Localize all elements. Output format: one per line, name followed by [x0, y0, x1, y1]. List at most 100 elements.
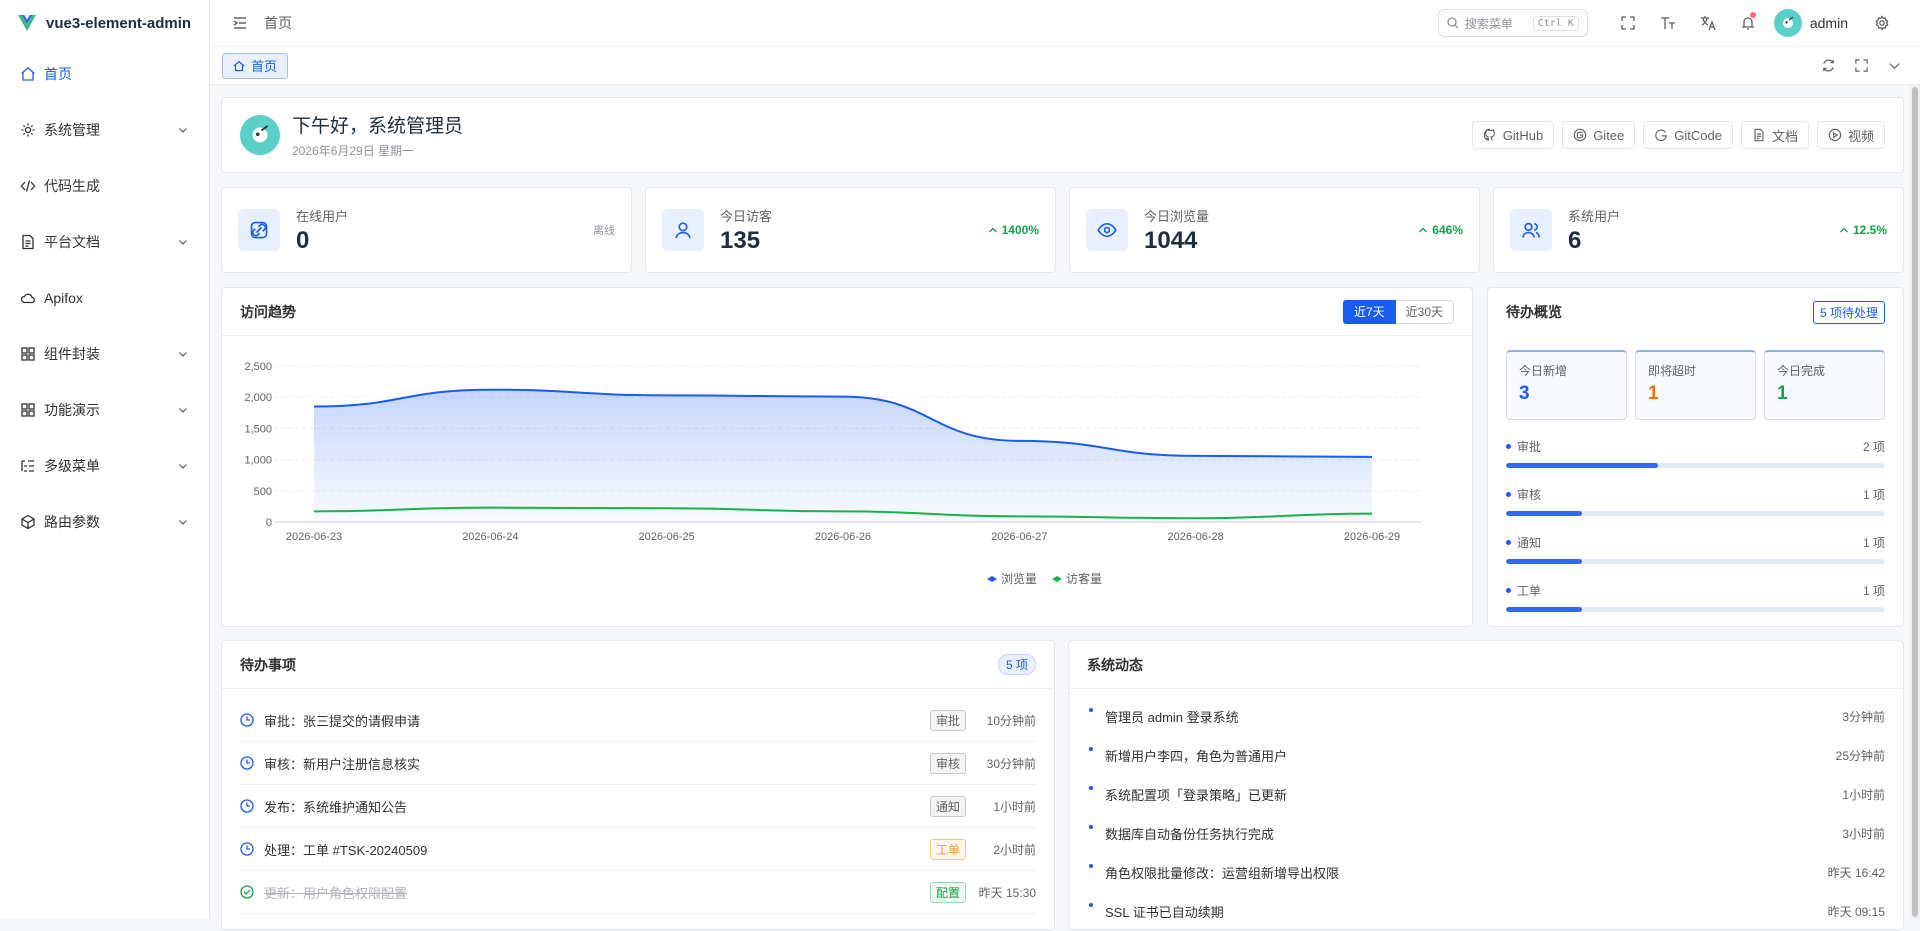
- scrollbar-thumb[interactable]: [1912, 87, 1918, 917]
- link-2[interactable]: GitCode: [1643, 121, 1733, 149]
- sidebar-item-2[interactable]: 代码生成: [0, 158, 209, 214]
- progress-fill: [1506, 463, 1658, 468]
- api-icon-wrap: [20, 290, 36, 306]
- menu-search-input[interactable]: 搜索菜单 Ctrl K: [1437, 9, 1588, 37]
- progress-row-3: 工单 1 项: [1488, 582, 1903, 612]
- eye-icon: [1097, 222, 1117, 238]
- system-activity-header: 系统动态: [1069, 641, 1903, 689]
- todo-list: 审批：张三提交的请假申请 审批 10分钟前 审核：新用户注册信息核实 审核 30分钟前 发布…: [222, 699, 1054, 914]
- current-date: 2026年6月29日 星期一: [292, 144, 415, 158]
- visit-trend-chart: 0 500 1,000 1,500 2,000 2,500 2026-06-23 2026-0…: [244, 361, 1422, 586]
- refresh-icon[interactable]: [1821, 58, 1836, 73]
- overview-box-0[interactable]: 今日新增 3: [1506, 350, 1627, 420]
- range-30-days-button[interactable]: 近30天: [1395, 299, 1454, 324]
- activity-item: 新增用户李四，角色为普通用户 25分钟前: [1087, 736, 1885, 775]
- welcome-text: 下午好，系统管理员 2026年6月29日 星期一: [292, 111, 463, 159]
- stat-label: 今日访客: [720, 208, 773, 224]
- card-title: 待办概览: [1506, 304, 1562, 320]
- user-icon: [675, 222, 691, 239]
- progress-row-1: 审核 1 项: [1488, 486, 1903, 516]
- todo-item[interactable]: 审批：张三提交的请假申请 审批 10分钟前: [240, 699, 1036, 742]
- chevron-down-icon: [179, 240, 187, 245]
- sidebar-item-6[interactable]: 功能演示: [0, 382, 209, 438]
- legend-marker-0[interactable]: [987, 576, 997, 582]
- trend-up-icon: [1419, 227, 1428, 233]
- user-menu[interactable]: admin: [1773, 9, 1848, 37]
- overview-box-1[interactable]: 即将超时 1: [1635, 350, 1756, 420]
- overview-box-2[interactable]: 今日完成 1: [1764, 350, 1885, 420]
- progress-dot: [1506, 492, 1511, 497]
- sidebar-item-5[interactable]: 组件封装: [0, 326, 209, 382]
- sidebar-item-label: 系统管理: [44, 122, 100, 138]
- breadcrumb[interactable]: 首页: [264, 13, 292, 33]
- trend-value: 646%: [1432, 223, 1463, 237]
- list-icon: [21, 460, 34, 472]
- range-7-days-button[interactable]: 近7天: [1342, 299, 1396, 324]
- progress-count: 1 项: [1862, 536, 1885, 550]
- todo-tag: 审核: [929, 752, 966, 774]
- fullscreen-button[interactable]: [1608, 15, 1648, 31]
- notification-dot: [1749, 12, 1756, 18]
- sidebar-item-8[interactable]: 路由参数: [0, 494, 209, 550]
- todo-item[interactable]: 审核：新用户注册信息核实 审核 30分钟前: [240, 742, 1036, 785]
- stat-icon: [662, 209, 704, 251]
- chevron-down-icon[interactable]: [1887, 58, 1902, 73]
- link-4[interactable]: 视频: [1816, 121, 1885, 149]
- activity-text: 管理员 admin 登录系统: [1105, 710, 1239, 725]
- activity-time: 3小时前: [1842, 827, 1885, 841]
- todo-item[interactable]: 发布：系统维护通知公告 通知 1小时前: [240, 785, 1036, 828]
- collapse-menu-icon[interactable]: [232, 15, 248, 31]
- gitee-icon: [1573, 128, 1587, 142]
- welcome-card: 下午好，系统管理员 2026年6月29日 星期一 GitHub Gitee GitC…: [221, 97, 1904, 173]
- x-tick-label: 2026-06-24: [462, 531, 518, 543]
- sidebar-item-4[interactable]: Apifox: [0, 270, 209, 326]
- progress-dot: [1506, 588, 1511, 593]
- pending-badge[interactable]: 5 项待处理: [1812, 300, 1885, 324]
- sidebar-item-1[interactable]: 系统管理: [0, 102, 209, 158]
- todo-tag: 配置: [929, 881, 966, 903]
- maximize-icon[interactable]: [1854, 58, 1869, 73]
- progress-dot: [1506, 444, 1511, 449]
- link-3[interactable]: 文档: [1740, 121, 1809, 149]
- stat-text: 今日浏览量 1044: [1144, 206, 1209, 255]
- stat-text: 在线用户 0: [296, 206, 348, 255]
- doc-icon: [1754, 128, 1764, 142]
- activity-dot: [1089, 786, 1093, 790]
- legend-label-1[interactable]: 访客量: [1066, 571, 1102, 586]
- activity-item: 数据库自动备份任务执行完成 3小时前: [1087, 814, 1885, 853]
- avatar-icon: [1782, 16, 1794, 28]
- todo-item[interactable]: 更新：用户角色权限配置 配置 昨天 15:30: [240, 871, 1036, 914]
- link-icon: [250, 221, 268, 239]
- activity-item: 角色权限批量修改：运营组新增导出权限 昨天 16:42: [1087, 853, 1885, 892]
- username: admin: [1809, 15, 1848, 31]
- stat-value: 0: [296, 226, 310, 254]
- sidebar-item-7[interactable]: 多级菜单: [0, 438, 209, 494]
- link-1[interactable]: Gitee: [1562, 121, 1636, 149]
- font-size-button[interactable]: [1648, 15, 1688, 31]
- search-shortcut: Ctrl K: [1532, 15, 1579, 31]
- trend-value: 12.5%: [1852, 223, 1887, 237]
- progress-row-2: 通知 1 项: [1488, 534, 1903, 564]
- y-tick-label: 2,000: [244, 392, 272, 404]
- page-scrollbar[interactable]: [1910, 85, 1920, 919]
- settings-button[interactable]: [1862, 15, 1902, 31]
- todo-item[interactable]: 处理：工单 #TSK-20240509 工单 2小时前: [240, 828, 1036, 871]
- app-logo[interactable]: vue3-element-admin: [0, 0, 209, 46]
- legend-label-0[interactable]: 浏览量: [1001, 571, 1037, 586]
- x-tick-label: 2026-06-26: [815, 531, 871, 543]
- legend-marker-1[interactable]: [1052, 576, 1062, 582]
- sidebar-item-0[interactable]: 首页: [0, 46, 209, 102]
- link-label: 文档: [1771, 128, 1798, 144]
- stat-icon: [1510, 209, 1552, 251]
- activity-text: 数据库自动备份任务执行完成: [1105, 827, 1275, 842]
- language-button[interactable]: [1688, 15, 1728, 31]
- chevron-down-icon: [179, 464, 187, 469]
- sidebar-item-3[interactable]: 平台文档: [0, 214, 209, 270]
- activity-time: 3分钟前: [1842, 710, 1885, 724]
- tag-home[interactable]: 首页: [222, 52, 289, 79]
- code-icon-wrap: [20, 178, 36, 194]
- progress-label: 工单: [1517, 584, 1542, 598]
- link-0[interactable]: GitHub: [1471, 121, 1555, 149]
- todo-tag: 审批: [929, 709, 966, 731]
- notification-button[interactable]: [1728, 12, 1768, 31]
